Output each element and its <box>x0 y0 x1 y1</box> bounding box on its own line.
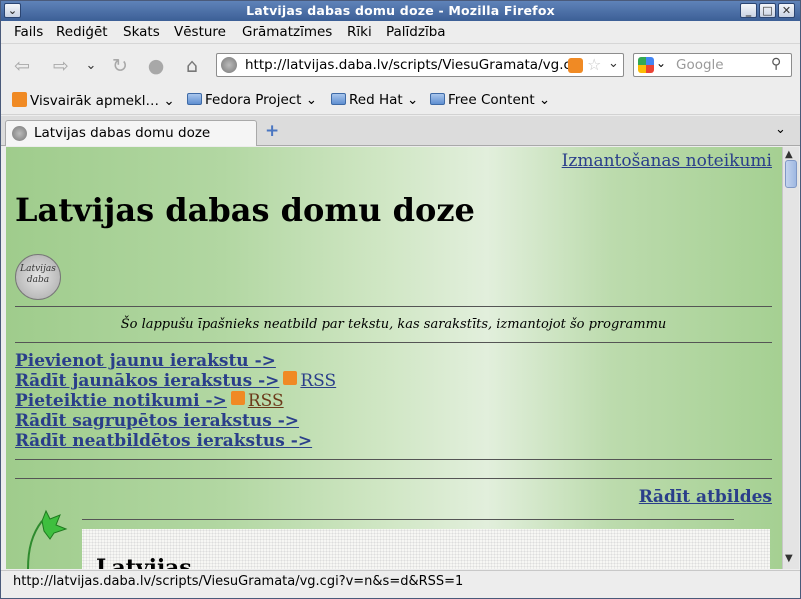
menu-edit[interactable]: Rediģēt <box>56 24 108 40</box>
bookmark-red-hat[interactable]: Red Hat ⌄ <box>331 92 418 108</box>
rss-icon[interactable] <box>230 391 245 405</box>
rss-feed-icon[interactable] <box>568 58 583 73</box>
search-bar[interactable]: ⌄ Google ⚲ <box>633 53 792 77</box>
nav-link-label[interactable]: Rādīt sagrupētos ierakstus -> <box>15 411 299 431</box>
search-input[interactable]: Google <box>676 57 724 73</box>
history-dropdown-icon[interactable]: ⌄ <box>78 53 104 79</box>
divider <box>15 306 772 307</box>
tab-list-dropdown-icon[interactable]: ⌄ <box>775 122 786 137</box>
plant-leaf-icon <box>27 509 68 569</box>
logo-text: Latvijas daba <box>20 264 56 285</box>
bookmark-label: Free Content <box>448 92 535 108</box>
tab-favicon-icon <box>12 126 27 141</box>
url-dropdown-icon[interactable]: ⌄ <box>608 56 619 71</box>
nav-link-label[interactable]: Pievienot jaunu ierakstu -> <box>15 351 276 371</box>
disclaimer-text: Šo lappušu īpašnieks neatbild par tekstu… <box>120 317 667 332</box>
rss-folder-icon <box>12 92 27 107</box>
bookmark-most-visited[interactable]: Visvairāk apmekl… ⌄ <box>12 92 175 109</box>
status-text: http://latvijas.daba.lv/scripts/ViesuGra… <box>13 574 464 589</box>
back-icon[interactable]: ⇦ <box>9 53 35 79</box>
bookmark-free-content[interactable]: Free Content ⌄ <box>430 92 550 108</box>
new-tab-icon[interactable]: + <box>265 121 279 141</box>
address-url[interactable]: http://latvijas.daba.lv/scripts/ViesuGra… <box>245 57 575 73</box>
rss-link[interactable]: RSS <box>248 391 284 411</box>
minimize-button[interactable]: _ <box>740 3 757 18</box>
menu-view[interactable]: Skats <box>123 24 160 40</box>
tab-latvijas-dabas[interactable]: Latvijas dabas domu doze <box>5 120 257 146</box>
entry-heading: Latvijas <box>96 555 192 569</box>
reload-icon[interactable]: ↻ <box>107 53 133 79</box>
status-bar: http://latvijas.daba.lv/scripts/ViesuGra… <box>1 570 800 592</box>
forward-icon[interactable]: ⇨ <box>48 53 74 79</box>
divider <box>15 459 772 460</box>
google-engine-icon[interactable] <box>638 57 654 73</box>
page-content: Izmantošanas noteikumi Latvijas dabas do… <box>6 147 782 569</box>
folder-icon <box>331 93 346 105</box>
nav-latest-entries[interactable]: Rādīt jaunākos ierakstus -> RSS <box>15 371 336 391</box>
site-logo: Latvijas daba <box>15 254 61 300</box>
bookmark-star-icon[interactable]: ☆ <box>587 55 601 74</box>
terms-link[interactable]: Izmantošanas noteikumi <box>562 151 772 171</box>
window-title: Latvijas dabas domu doze - Mozilla Firef… <box>246 3 555 18</box>
menu-bar: Fails Rediģēt Skats Vēsture Grāmatzīmes … <box>1 21 800 44</box>
bookmark-fedora-project[interactable]: Fedora Project ⌄ <box>187 92 317 108</box>
nav-events[interactable]: Pieteiktie notikumi -> RSS <box>15 391 284 411</box>
browser-window: ⌄ Latvijas dabas domu doze - Mozilla Fir… <box>0 0 801 599</box>
menu-tools[interactable]: Rīki <box>347 24 372 40</box>
search-icon[interactable]: ⚲ <box>771 56 781 72</box>
site-favicon-icon <box>221 57 237 73</box>
menu-file[interactable]: Fails <box>14 24 43 40</box>
entry-box: Latvijas <box>82 529 770 569</box>
menu-history[interactable]: Vēsture <box>174 24 226 40</box>
bookmark-label: Fedora Project <box>205 92 302 108</box>
tab-label: Latvijas dabas domu doze <box>34 125 211 141</box>
title-bar[interactable]: ⌄ Latvijas dabas domu doze - Mozilla Fir… <box>1 1 800 21</box>
nav-grouped-entries[interactable]: Rādīt sagrupētos ierakstus -> <box>15 411 299 431</box>
engine-dropdown-icon[interactable]: ⌄ <box>656 56 666 70</box>
close-button[interactable]: ✕ <box>778 3 795 18</box>
bookmark-label: Red Hat <box>349 92 403 108</box>
divider <box>15 342 772 343</box>
rss-icon[interactable] <box>283 371 298 385</box>
bookmark-label: Visvairāk apmekl… <box>30 93 160 109</box>
tab-bar: Latvijas dabas domu doze + ⌄ <box>1 116 800 146</box>
page-title: Latvijas dabas domu doze <box>15 191 475 229</box>
nav-add-entry[interactable]: Pievienot jaunu ierakstu -> <box>15 351 276 371</box>
scroll-up-icon[interactable]: ▲ <box>785 149 793 160</box>
vertical-scrollbar[interactable]: ▲ ▼ <box>782 147 799 569</box>
menu-help[interactable]: Palīdzība <box>386 24 446 40</box>
folder-icon <box>430 93 445 105</box>
scroll-down-icon[interactable]: ▼ <box>785 553 793 564</box>
maximize-button[interactable]: □ <box>759 3 776 18</box>
divider <box>82 519 734 520</box>
scrollbar-thumb[interactable] <box>785 160 797 188</box>
rss-link[interactable]: RSS <box>300 371 336 391</box>
show-replies-link[interactable]: Rādīt atbildes <box>639 487 772 507</box>
folder-icon <box>187 93 202 105</box>
nav-link-label[interactable]: Rādīt jaunākos ierakstus -> <box>15 371 279 391</box>
home-icon[interactable]: ⌂ <box>179 53 205 79</box>
bookmarks-toolbar: Visvairāk apmekl… ⌄ Fedora Project ⌄ Red… <box>1 87 800 115</box>
stop-icon[interactable]: ● <box>143 53 169 79</box>
nav-link-label[interactable]: Pieteiktie notikumi -> <box>15 391 227 411</box>
divider <box>15 478 772 479</box>
nav-unanswered-entries[interactable]: Rādīt neatbildētos ierakstus -> <box>15 431 312 451</box>
nav-link-label[interactable]: Rādīt neatbildētos ierakstus -> <box>15 431 312 451</box>
menu-bookmarks[interactable]: Grāmatzīmes <box>242 24 332 40</box>
address-bar[interactable]: http://latvijas.daba.lv/scripts/ViesuGra… <box>216 53 624 77</box>
